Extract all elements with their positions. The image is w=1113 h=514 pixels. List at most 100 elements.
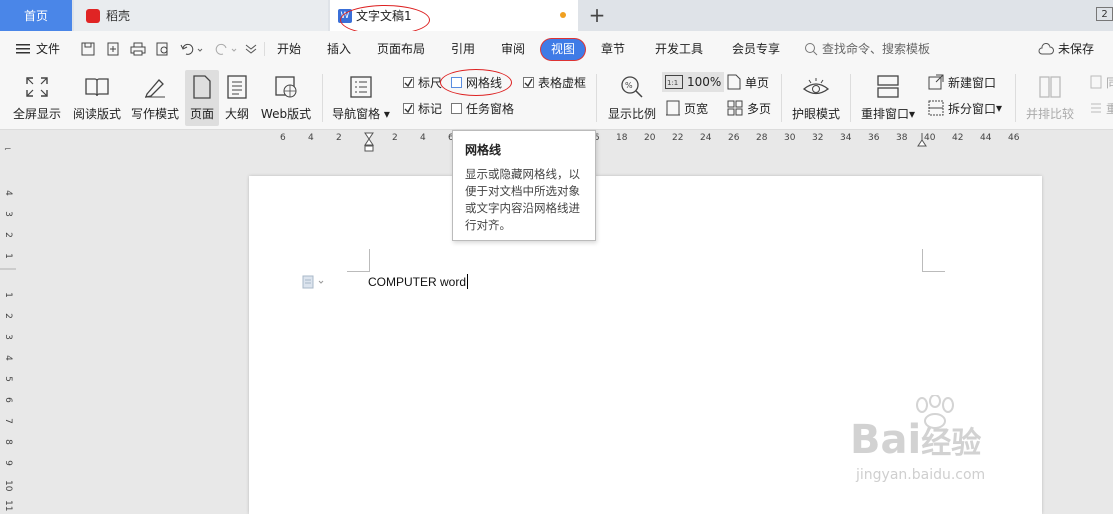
chevron-down-icon: ▾ [996,101,1003,115]
tooltip-body: 显示或隐藏网格线，以便于对文档中所选对象或文字内容沿网格线进行对齐。 [465,167,580,232]
divider [781,74,782,122]
table-grid-checkbox[interactable]: 表格虚框 [523,73,586,91]
print-icon[interactable] [129,40,147,58]
vertical-ruler-tick-label: 8 [3,439,13,445]
file-menu[interactable]: 文件 [12,31,64,67]
redo-icon[interactable] [213,40,239,58]
export-pdf-icon[interactable] [104,40,122,58]
new-window-button[interactable]: 新建窗口 [928,72,996,92]
unsaved-status[interactable]: 未保存 [1038,31,1100,67]
split-window-button[interactable]: 拆分窗口 ▾ [928,98,1002,118]
fullscreen-button[interactable]: 全屏显示 [10,70,64,126]
zoom-100-button[interactable]: 1:1 100% [662,72,725,92]
menu-review[interactable]: 审阅 [496,31,530,67]
menu-developer[interactable]: 开发工具 [650,31,708,67]
vertical-ruler-tick-label: 6 [3,397,13,403]
task-pane-checkbox[interactable]: 任务窗格 [451,99,514,117]
fullscreen-icon [26,77,48,97]
vertical-ruler-tick-label: 9 [3,460,13,466]
window-count-badge[interactable]: 2 [1096,7,1113,21]
side-by-side-button[interactable]: 并排比较 [1022,70,1078,126]
ruler-tick-label: 26 [728,133,740,143]
checkbox-checked-icon [523,76,534,88]
zoom-icon: % [621,76,643,98]
vertical-ruler-tick-label: 3 [3,334,13,340]
writing-mode-label: 写作模式 [130,107,179,121]
page-view-button[interactable]: 页面 [185,70,219,126]
zoom-100-label: 100% [687,75,722,89]
eye-care-label: 护眼模式 [791,107,840,121]
marks-checkbox[interactable]: 标记 [403,99,442,117]
rearrange-icon [877,75,899,98]
tab-daoke[interactable]: 稻壳 [74,0,328,31]
menu-membership[interactable]: 会员专享 [727,31,785,67]
unsaved-dot-icon [560,12,566,18]
vertical-ruler-tick-label: 1 [3,253,13,259]
menu-home[interactable]: 开始 [272,31,306,67]
outline-label: 大纲 [224,107,249,121]
indent-marker-icon[interactable] [364,132,374,152]
rearrange-label: 重排窗口 [860,107,909,121]
checkbox-checked-icon [403,102,414,114]
multi-page-icon [727,100,743,116]
print-preview-icon[interactable] [154,40,172,58]
menu-view[interactable]: 视图 [541,39,585,60]
ruler-checkbox[interactable]: 标尺 [403,73,442,91]
nav-pane-icon [350,76,372,98]
nav-pane-button[interactable]: 导航窗格 ▾ [330,70,392,126]
reset-position-button[interactable]: 重 [1090,98,1113,118]
right-indent-marker-icon[interactable] [917,132,927,148]
multi-page-label: 多页 [747,101,772,116]
writing-mode-button[interactable]: 写作模式 [128,70,182,126]
vertical-ruler-tick-label: 4 [3,355,13,361]
new-window-icon [928,74,944,90]
page-width-label: 页宽 [684,101,709,116]
ruler-margin-marker [0,268,16,270]
ruler-tick-label: 46 [1008,133,1020,143]
table-grid-label: 表格虚框 [538,75,587,90]
ruler-tick-label: 34 [840,133,852,143]
paragraph-handle-icon[interactable] [302,275,326,289]
tab-home[interactable]: 首页 [0,0,72,31]
vertical-ruler-tick-label: 5 [3,376,13,382]
ruler-label: 标尺 [418,75,443,90]
page-width-icon [666,100,680,116]
undo-icon[interactable] [179,40,205,58]
task-pane-label: 任务窗格 [466,101,515,116]
side-by-side-label: 并排比较 [1025,107,1074,121]
eye-icon [803,78,829,95]
menu-insert[interactable]: 插入 [322,31,356,67]
single-page-icon [727,74,741,90]
menu-references[interactable]: 引用 [446,31,480,67]
single-page-button[interactable]: 单页 [727,72,769,92]
ruler-tick-label: 18 [616,133,628,143]
menu-page-layout[interactable]: 页面布局 [372,31,430,67]
divider [850,74,851,122]
pen-icon [145,79,165,98]
more-icon[interactable] [242,40,260,58]
divider [596,74,597,122]
sync-scroll-button[interactable]: 同 [1090,72,1113,92]
svg-text:%: % [625,81,633,90]
eye-care-button[interactable]: 护眼模式 [789,70,843,126]
rearrange-windows-button[interactable]: 重排窗口▾ [857,70,919,126]
reset-icon [1091,103,1101,113]
save-icon[interactable] [79,40,97,58]
zoom-button[interactable]: % 显示比例 [606,70,658,126]
ruler-tick-label: 38 [896,133,908,143]
web-layout-button[interactable]: Web版式 [258,70,314,126]
search-box[interactable]: 查找命令、搜索模板 [804,31,940,67]
split-window-label: 拆分窗口 [948,101,997,116]
multi-page-button[interactable]: 多页 [727,98,771,118]
vertical-ruler-tick-label: 7 [3,418,13,424]
reading-mode-button[interactable]: 阅读版式 [70,70,124,126]
add-tab-button[interactable]: + [586,3,608,27]
ruler-tick-label: 44 [980,133,992,143]
outline-button[interactable]: 大纲 [221,70,253,126]
marks-label: 标记 [418,101,443,116]
web-layout-label: Web版式 [260,107,312,121]
menu-chapter[interactable]: 章节 [596,31,630,67]
annotation-circle-gridlines [440,69,512,96]
page-width-button[interactable]: 页宽 [666,98,708,118]
document-text[interactable]: COMPUTER word [368,274,469,289]
